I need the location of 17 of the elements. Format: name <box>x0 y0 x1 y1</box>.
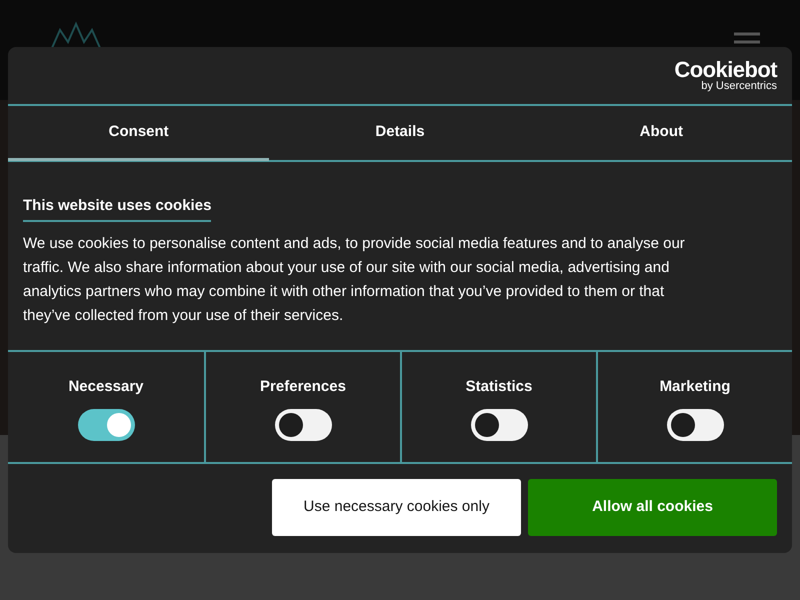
brand-byline: by Usercentrics <box>701 81 777 92</box>
toggle-switch[interactable] <box>666 408 724 440</box>
necessary-only-button[interactable]: Use necessary cookies only <box>272 479 521 536</box>
toggle-switch[interactable] <box>470 408 528 440</box>
tab[interactable]: Consent <box>8 107 270 161</box>
brand-name: Cookiebot <box>674 59 777 81</box>
toggle-switch[interactable] <box>78 408 134 440</box>
tab[interactable]: About <box>530 107 792 161</box>
body-text: We use cookies to personalise content and ads, to provide social media features and to analyse our traffic. We also share information about your use of our site with our social media, advertising and analytics partners who may combine it with other information that you’ve provided to them or that they’ve collected from your use of their services. <box>23 234 686 326</box>
category-label: Preferences <box>260 377 346 397</box>
allow-all-button[interactable]: Allow all cookies <box>528 479 777 536</box>
tab[interactable]: Details <box>269 107 531 161</box>
category-label: Marketing <box>660 377 730 397</box>
category-label: Necessary <box>68 377 144 397</box>
toggle-switch[interactable] <box>274 408 332 440</box>
category-label: Statistics <box>466 377 532 397</box>
dialog-heading: This website uses cookies <box>23 195 212 222</box>
